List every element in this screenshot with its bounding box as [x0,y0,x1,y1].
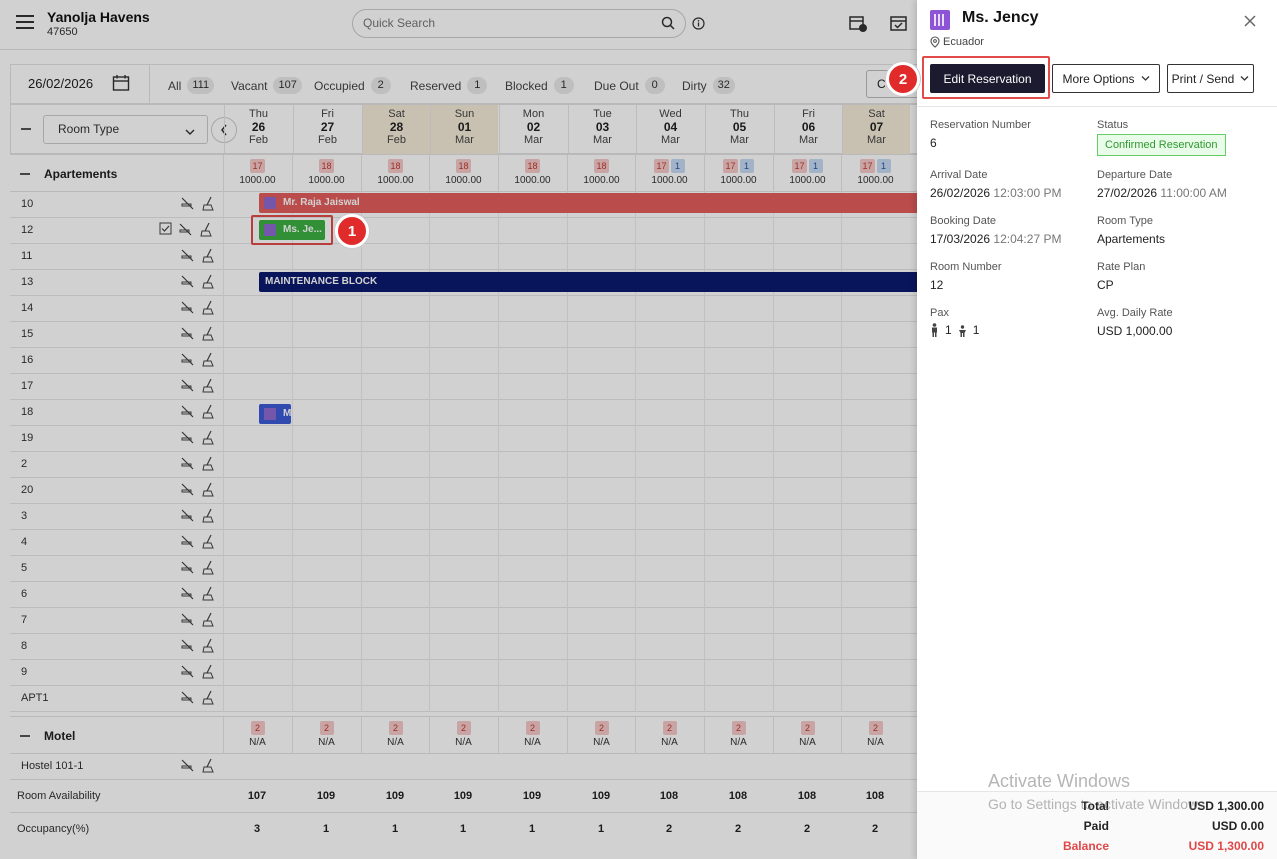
chevron-down-icon [1240,76,1249,81]
status-badge: Confirmed Reservation [1097,134,1226,156]
step-marker-2: 2 [886,62,920,96]
arrival-date: 26/02/2026 [930,186,991,200]
field-label: Rate Plan [1097,261,1146,273]
field-value: 6 [930,136,937,150]
more-options-label: More Options [1062,71,1135,86]
paid-value: USD 0.00 [1211,819,1264,833]
pax-adults: 1 [945,323,952,337]
room-number-field: Room Number 12 [930,261,1002,292]
guest-country: Ecuador [943,36,984,48]
field-value: 27/02/2026 11:00:00 AM [1097,186,1227,200]
booking-time: 12:04:27 PM [993,232,1062,246]
guest-name: Ms. Jency [962,9,1039,26]
field-value: USD 1,000.00 [1097,324,1173,338]
pax-field: Pax 1 1 [930,307,979,337]
arrival-date-field: Arrival Date 26/02/2026 12:03:00 PM [930,169,1061,200]
balance-value: USD 1,300.00 [1188,839,1264,853]
booking-date-field: Booking Date 17/03/2026 12:04:27 PM [930,215,1061,246]
field-label: Status [1097,119,1129,131]
departure-date: 27/02/2026 [1097,186,1158,200]
rate-plan-field: Rate Plan CP [1097,261,1145,292]
print-send-label: Print / Send [1171,71,1235,86]
windows-watermark-subtitle: Go to Settings to activate Windows. [988,796,1209,812]
edit-reservation-button[interactable]: Edit Reservation [930,64,1045,93]
reservation-panel: Ms. Jency Ecuador Edit Reservation More … [917,0,1277,859]
status-field: Status Confirmed Reservation [1097,119,1226,156]
paid-label: Paid [1083,819,1109,833]
field-value: Apartements [1097,232,1166,246]
field-label: Room Type [1097,215,1154,227]
booking-date: 17/03/2026 [930,232,991,246]
field-label: Avg. Daily Rate [1097,307,1173,319]
modal-overlay[interactable] [0,0,917,859]
child-icon [958,325,966,337]
pax-children: 1 [972,323,980,337]
field-value: CP [1097,278,1114,292]
field-label: Reservation Number [930,119,1031,131]
field-value: 26/02/2026 12:03:00 PM [930,186,1061,200]
reservation-number-field: Reservation Number 6 [930,119,1031,150]
close-icon[interactable] [1243,14,1257,31]
field-label: Pax [930,307,949,319]
balance-label: Balance [1062,839,1109,853]
pax-values: 1 1 [930,323,979,337]
field-label: Departure Date [1097,169,1173,181]
location-pin-icon [930,36,940,51]
field-label: Arrival Date [930,169,988,181]
print-send-button[interactable]: Print / Send [1167,64,1254,93]
chevron-down-icon [1141,76,1149,81]
departure-time: 11:00:00 AM [1160,186,1227,200]
field-value: 17/03/2026 12:04:27 PM [930,232,1061,246]
more-options-button[interactable]: More Options [1052,64,1160,93]
adult-icon [932,323,937,337]
windows-watermark-title: Activate Windows [988,771,1131,791]
field-label: Booking Date [930,215,997,227]
room-type-field: Room Type Apartements [1097,215,1165,246]
field-label: Room Number [930,261,1002,273]
hotel-icon [930,10,950,30]
arrival-time: 12:03:00 PM [993,186,1062,200]
avg-daily-rate-field: Avg. Daily Rate USD 1,000.00 [1097,307,1173,338]
field-value: 12 [930,278,944,292]
step-marker-1: 1 [335,214,369,248]
departure-date-field: Departure Date 27/02/2026 11:00:00 AM [1097,169,1227,200]
divider [917,106,1277,107]
